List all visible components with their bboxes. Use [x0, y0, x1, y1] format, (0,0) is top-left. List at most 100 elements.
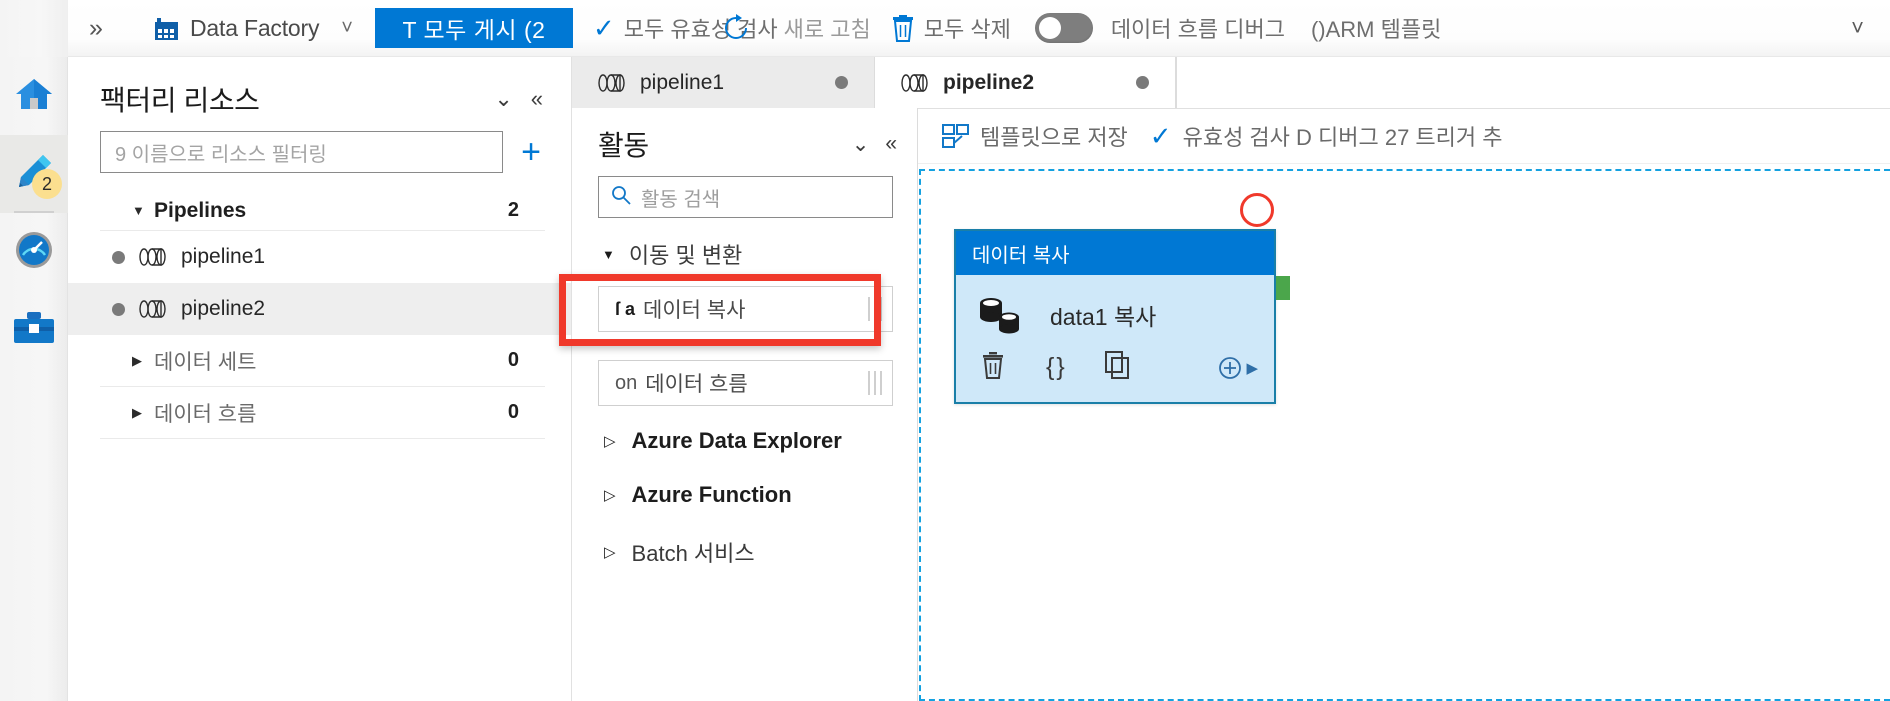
- chevron-double-down-icon[interactable]: ⌄: [852, 132, 870, 157]
- activity-group-move-transform[interactable]: ▼ 이동 및 변환: [572, 218, 917, 278]
- drag-handle-icon[interactable]: [868, 297, 882, 321]
- activity-group-label: Azure Data Explorer: [631, 428, 842, 453]
- node-success-connector[interactable]: [1276, 276, 1290, 300]
- tab-label: pipeline1: [640, 70, 725, 94]
- refresh-label: 새로 고침: [783, 17, 871, 42]
- copy-data-activity-node[interactable]: 데이터 복사 data1 복사 {} ▶: [954, 229, 1276, 404]
- chevron-double-right-icon[interactable]: »: [68, 0, 124, 57]
- tree-group-label: 데이터 흐름: [154, 402, 257, 426]
- trash-icon: [891, 14, 915, 42]
- publish-all-label: T 모두 게시 (2: [402, 17, 546, 43]
- trash-icon[interactable]: [980, 351, 1006, 384]
- rail-item-monitor[interactable]: [0, 213, 68, 291]
- chevron-down-icon[interactable]: ˅: [341, 17, 353, 40]
- rail-item-home[interactable]: [0, 57, 68, 135]
- triangle-down-icon: ▼: [132, 203, 145, 218]
- copy-icon[interactable]: [1104, 351, 1131, 384]
- rail-item-author[interactable]: 2: [0, 135, 68, 213]
- node-action-bar: { } ▶: [956, 335, 1274, 384]
- node-body: data1 복사: [956, 275, 1274, 335]
- resource-filter-input[interactable]: 9 이름으로 리소스 필터링: [100, 131, 504, 173]
- chevron-double-left-icon[interactable]: «: [531, 86, 543, 112]
- arm-template-label[interactable]: ()ARM 템플릿: [1311, 12, 1441, 44]
- activity-search-input[interactable]: 활동 검색: [598, 176, 893, 218]
- rail-item-manage[interactable]: [0, 291, 68, 369]
- status-dot: [112, 302, 125, 316]
- status-dot: [112, 250, 125, 264]
- refresh-icon[interactable]: [722, 14, 750, 42]
- activity-group-batch-service[interactable]: ▷ Batch 서비스: [572, 508, 917, 568]
- top-toolbar: » Data Factory ˅ T 모두 게시 (2 ✓ 모두 유효성 검사 …: [0, 0, 1890, 57]
- monitor-gauge-icon: [14, 230, 54, 275]
- add-resource-button[interactable]: +: [517, 135, 545, 169]
- data-factory-app: » Data Factory ˅ T 모두 게시 (2 ✓ 모두 유효성 검사 …: [0, 0, 1890, 701]
- pipeline-icon: [139, 300, 167, 318]
- node-header-label: 데이터 복사: [972, 244, 1070, 267]
- data-flow-activity-icon: on: [615, 371, 638, 394]
- tree-group-dataflows[interactable]: ▶ 데이터 흐름 0: [100, 387, 545, 439]
- triangle-right-icon: ▷: [604, 433, 616, 450]
- activity-item-label: 데이터 흐름: [645, 373, 748, 396]
- tree-group-datasets[interactable]: ▶ 데이터 세트 0: [100, 335, 545, 387]
- activity-group-label: Batch 서비스: [631, 541, 755, 566]
- data-factory-brand: Data Factory: [154, 15, 319, 42]
- page-title: 팩터리 리소스: [100, 85, 260, 116]
- publish-all-button[interactable]: T 모두 게시 (2: [374, 8, 573, 48]
- triangle-right-icon: ▶: [132, 352, 142, 368]
- node-header: 데이터 복사: [956, 231, 1274, 275]
- save-template-icon: [942, 124, 969, 148]
- tree-group-dataflows-wrap: ▶ 데이터 흐름 0: [68, 387, 571, 439]
- refresh-button[interactable]: 새로 고침: [784, 12, 871, 44]
- topbar-overflow-chevron-icon[interactable]: ˅: [1851, 15, 1864, 41]
- red-circle-annotation: [1240, 193, 1274, 227]
- tree-group-pipelines[interactable]: ▼ Pipelines 2: [100, 191, 545, 231]
- data-flow-debug-toggle[interactable]: [1034, 13, 1093, 43]
- drag-handle-icon[interactable]: [868, 371, 882, 395]
- validate-all-label: 모두 유효성 검사: [623, 17, 778, 42]
- delete-all-label: 모두 삭제: [923, 17, 1011, 42]
- activity-item-data-flow[interactable]: on 데이터 흐름: [598, 360, 893, 406]
- tree-item-pipeline1[interactable]: pipeline1: [68, 231, 571, 283]
- tree-item-label: pipeline1: [181, 245, 266, 268]
- add-output-button[interactable]: ▶: [1218, 355, 1274, 381]
- tab-status-dot: [1136, 76, 1149, 89]
- activity-search-placeholder: 활동 검색: [641, 188, 721, 211]
- validate-button[interactable]: ✓ 유효성 검사 D 디버그 27 트리거 추: [1150, 120, 1503, 152]
- tab-pipeline2[interactable]: pipeline2: [874, 57, 1176, 108]
- chevron-double-left-icon[interactable]: «: [885, 132, 897, 156]
- activity-group-azure-data-explorer[interactable]: ▷ Azure Data Explorer: [572, 406, 917, 454]
- validate-all-button[interactable]: ✓ 모두 유효성 검사: [593, 12, 778, 44]
- tab-bar-spacer: [1176, 57, 1890, 108]
- tab-pipeline1[interactable]: pipeline1: [572, 57, 874, 108]
- activity-item-label: 데이터 복사: [643, 299, 746, 322]
- triangle-right-icon: ▷: [604, 487, 616, 504]
- chevron-double-down-icon[interactable]: ⌄: [494, 86, 512, 112]
- tree-item-label: pipeline2: [181, 297, 266, 320]
- toggle-knob: [1038, 17, 1061, 39]
- copy-data-activity-icon: ſ a: [615, 298, 636, 319]
- arrow-right-icon: ▶: [1246, 359, 1258, 377]
- tree-group-label: Pipelines: [154, 198, 247, 222]
- activity-item-copy-data[interactable]: ſ a 데이터 복사: [598, 286, 893, 332]
- toolbox-manage-icon: [13, 311, 55, 350]
- activities-panel: 활동 ⌄ « 활동 검색 ▼ 이동 및 변환 ſ a 데이터 복사 on 데이터…: [559, 108, 918, 701]
- tree-item-pipeline2[interactable]: pipeline2: [68, 283, 571, 335]
- activities-title: 활동: [598, 130, 649, 161]
- triangle-right-icon: ▶: [132, 404, 142, 420]
- pipeline-tab-bar: pipeline1 pipeline2: [572, 57, 1890, 109]
- home-icon: [14, 76, 54, 117]
- pipeline-canvas[interactable]: 데이터 복사 data1 복사 {} ▶: [918, 164, 1890, 701]
- validate-label: 유효성 검사 D 디버그 27 트리거 추: [1182, 125, 1503, 150]
- triangle-right-icon: ▷: [604, 544, 616, 561]
- tree-group-label: 데이터 세트: [154, 350, 257, 374]
- activity-group-azure-function[interactable]: ▷ Azure Function: [572, 454, 917, 508]
- triangle-down-icon: ▼: [602, 246, 615, 262]
- code-braces-icon[interactable]: { }: [1046, 353, 1065, 382]
- save-as-template-button[interactable]: 템플릿으로 저장: [942, 120, 1128, 152]
- factory-resources-header: 팩터리 리소스 ⌄ «: [68, 57, 571, 119]
- tree-group-count: 0: [507, 349, 519, 371]
- tree-group-pipelines-wrap: ▼ Pipelines 2: [68, 191, 571, 231]
- activity-group-label: 이동 및 변환: [628, 243, 743, 268]
- resource-filter-placeholder: 9 이름으로 리소스 필터링: [115, 143, 327, 166]
- delete-all-button[interactable]: 모두 삭제: [891, 12, 1011, 44]
